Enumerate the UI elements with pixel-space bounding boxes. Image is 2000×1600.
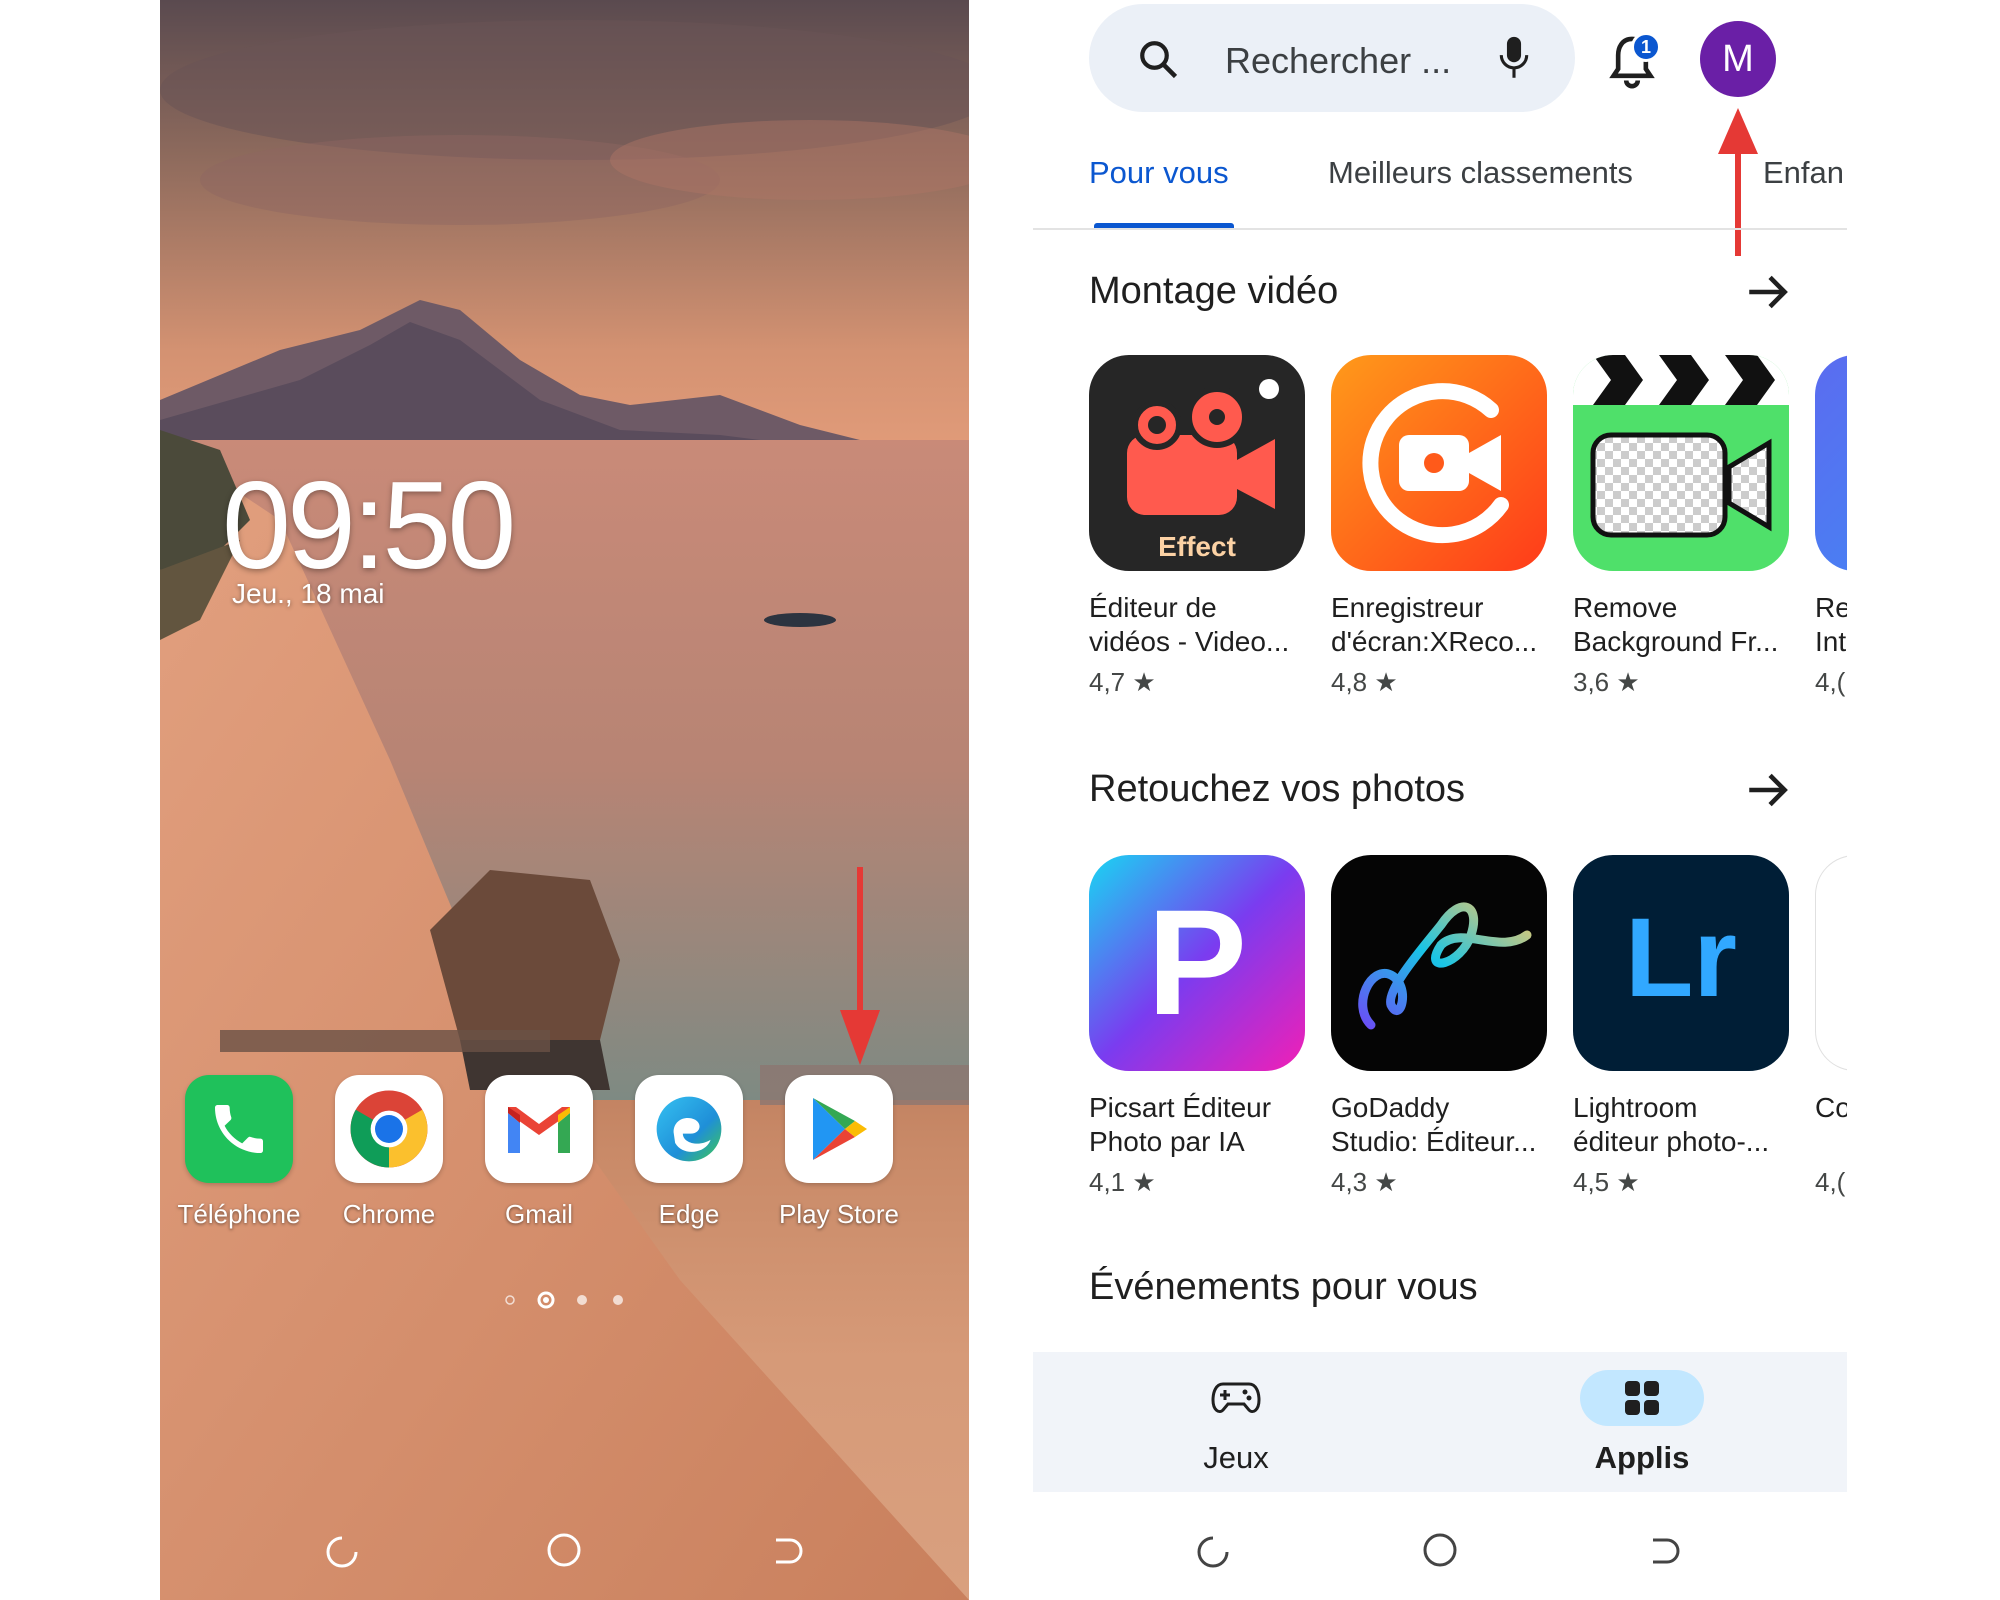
godaddy-studio-icon [1331,855,1547,1071]
edge-icon [635,1075,743,1183]
phone-icon [185,1075,293,1183]
app-gmail[interactable]: Gmail [464,1075,614,1230]
app-name: GoDaddy Studio: Éditeur... [1331,1092,1537,1157]
play-store-icon [785,1075,893,1183]
picsart-logo: P [1146,878,1248,1046]
play-store-screen: Rechercher ... 1 M Pour vous Meilleurs c… [1033,0,1847,1600]
app-rating: 4,7 ★ [1089,667,1156,697]
app-icon [1815,855,1847,1071]
app-rating: 4,3 ★ [1331,1167,1398,1197]
app-rating: 4,( [1815,667,1846,697]
home-button[interactable] [1423,1533,1457,1567]
recent-apps-button[interactable] [1197,1536,1229,1568]
apps-grid-icon [1580,1370,1704,1426]
app-card[interactable]: Effect Éditeur de vidéos - Video... 4,7 … [1089,355,1309,698]
app-card[interactable]: Enregistreur d'écran:XReco... 4,8 ★ [1331,355,1551,698]
app-rating: 3,6 ★ [1573,667,1640,697]
search-bar[interactable]: Rechercher ... [1089,4,1575,112]
app-rating: 4,1 ★ [1089,1167,1156,1197]
section-title-montage-video: Montage vidéo [1089,270,1339,312]
arrow-right-icon[interactable] [1743,267,1793,317]
app-card[interactable]: GoDaddy Studio: Éditeur... 4,3 ★ [1331,855,1551,1198]
clock: 09:50 [222,457,516,595]
recent-apps-button[interactable] [326,1536,358,1568]
bottom-navigation: Jeux Applis [1033,1352,1847,1492]
search-placeholder: Rechercher ... [1225,40,1452,81]
home-screen: 09:50 Jeu., 18 mai Téléphone Chrome Gmai… [160,0,969,1600]
app-card-partial[interactable]: Re Int 4,( [1815,355,1847,698]
notifications-button[interactable]: 1 [1603,22,1683,102]
gamepad-icon [1174,1370,1298,1426]
app-label: Chrome [342,1199,436,1229]
tab-meilleurs-classements[interactable]: Meilleurs classements [1328,155,1633,191]
picsart-icon: P [1089,855,1305,1071]
app-card-partial[interactable]: Co 4,( [1815,855,1847,1198]
tabs-divider [1033,228,1847,230]
app-telephone[interactable]: Téléphone [164,1075,314,1230]
page-indicator [505,1291,623,1309]
app-rating: 4,5 ★ [1573,1167,1640,1197]
app-icon [1815,355,1847,571]
system-nav-bar [326,1533,803,1568]
microphone-icon[interactable] [1497,34,1531,82]
back-button[interactable] [776,1538,803,1564]
search-icon [1140,41,1178,79]
arrow-right-icon[interactable] [1743,765,1793,815]
section-title-evenements: Événements pour vous [1089,1266,1478,1308]
app-rating: 4,( [1815,1167,1846,1197]
video-editor-icon: Effect [1089,355,1305,571]
effect-badge: Effect [1158,531,1236,562]
tab-pour-vous[interactable]: Pour vous [1089,155,1229,191]
app-card[interactable]: Remove Background Fr... 3,6 ★ [1573,355,1793,698]
back-button[interactable] [1653,1538,1680,1564]
date: Jeu., 18 mai [232,578,385,609]
app-name: Remove Background Fr... [1573,592,1779,657]
app-name: Éditeur de vidéos - Video... [1089,592,1290,657]
app-name: Enregistreur d'écran:XReco... [1331,592,1538,657]
app-rating: 4,8 ★ [1331,667,1398,697]
wallpaper-beach-sunset [160,20,969,1600]
app-label: Play Store [779,1199,899,1229]
section-title-retouchez-vos-photos: Retouchez vos photos [1089,768,1466,810]
system-nav-bar [1197,1533,1680,1568]
app-name: Re Int [1815,592,1847,657]
nav-label: Applis [1594,1440,1690,1475]
app-play-store[interactable]: Play Store [764,1075,914,1230]
app-name: Co [1815,1092,1847,1123]
nav-applis[interactable]: Applis [1542,1352,1742,1476]
app-edge[interactable]: Edge [614,1075,764,1230]
chrome-icon [335,1075,443,1183]
annotation-arrow-down [840,867,880,1065]
app-label: Téléphone [177,1199,301,1229]
app-name: Picsart Éditeur Photo par IA [1089,1092,1272,1157]
home-button[interactable] [547,1533,581,1567]
app-label: Gmail [505,1199,573,1229]
remove-background-icon [1573,355,1789,571]
account-avatar[interactable]: M [1700,21,1776,97]
app-card[interactable]: Lr Lightroom éditeur photo-... 4,5 ★ [1573,855,1793,1198]
app-name: Lightroom éditeur photo-... [1573,1092,1770,1157]
gmail-icon [485,1075,593,1183]
annotation-arrow-up [1718,108,1758,256]
nav-label: Jeux [1203,1440,1269,1475]
app-card[interactable]: P Picsart Éditeur Photo par IA 4,1 ★ [1089,855,1309,1198]
screen-recorder-icon [1331,355,1547,571]
nav-jeux[interactable]: Jeux [1136,1352,1336,1476]
lightroom-logo: Lr [1625,895,1737,1020]
tab-enfants[interactable]: Enfan [1763,155,1844,191]
app-label: Edge [658,1199,720,1229]
notification-badge: 1 [1631,32,1661,62]
app-chrome[interactable]: Chrome [314,1075,464,1230]
lightroom-icon: Lr [1573,855,1789,1071]
